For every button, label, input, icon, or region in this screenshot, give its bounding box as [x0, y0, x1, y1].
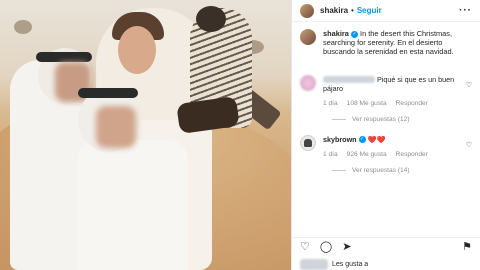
comment-body: skybrown ✓ ❤️❤️ 1 día 926 Me gusta Respo…	[323, 135, 465, 159]
comment-time: 1 día	[323, 150, 338, 158]
avatar[interactable]	[300, 74, 316, 91]
share-icon[interactable]: ➤	[342, 240, 351, 253]
commenter-name-blurred[interactable]	[323, 76, 375, 84]
post-caption: shakira ✓ In the desert this Christmas, …	[292, 22, 480, 61]
falcon-hood	[196, 6, 226, 32]
child-agal	[36, 52, 92, 62]
view-replies-button[interactable]: Ver respuestas (12)	[292, 108, 480, 123]
heart-icon[interactable]: ♡	[466, 141, 472, 150]
reply-button[interactable]: Responder	[396, 150, 428, 159]
comment-likes[interactable]: 108 Me gusta	[347, 99, 387, 108]
post-side-panel: shakira • Seguir ··· shakira ✓ In the de…	[291, 0, 480, 270]
post-username[interactable]: shakira	[320, 6, 348, 15]
instagram-post: shakira • Seguir ··· shakira ✓ In the de…	[0, 0, 480, 270]
comment-meta: 1 día 108 Me gusta Responder	[323, 99, 465, 108]
caption-username[interactable]: shakira	[323, 29, 349, 38]
comment-body: Piqué si que es un buen pájaro 1 día 108…	[323, 75, 465, 108]
post-photo[interactable]	[0, 0, 291, 270]
woman-face	[118, 26, 156, 74]
post-actions: ♡ ◯ ➤ ⚑	[292, 237, 480, 255]
comment-icon[interactable]: ◯	[320, 240, 332, 253]
comment-meta: 1 día 926 Me gusta Responder	[323, 150, 465, 159]
avatar[interactable]	[300, 29, 316, 45]
comment-emoji: ❤️❤️	[367, 134, 386, 144]
avatar[interactable]	[300, 3, 314, 18]
heart-icon[interactable]: ♡	[466, 81, 472, 90]
save-icon[interactable]: ⚑	[462, 240, 472, 253]
avatar[interactable]	[300, 134, 316, 151]
comment-item: Piqué si que es un buen pájaro 1 día 108…	[292, 67, 480, 108]
view-replies-label[interactable]: Ver respuestas (12)	[352, 116, 410, 123]
view-replies-label[interactable]: Ver respuestas (14)	[352, 167, 410, 174]
more-icon[interactable]: ···	[459, 5, 472, 16]
comment-likes[interactable]: 926 Me gusta	[347, 150, 387, 159]
reply-button[interactable]: Responder	[396, 99, 428, 108]
verified-icon: ✓	[358, 136, 366, 144]
child-face-blurred	[96, 106, 136, 148]
separator-dot: •	[351, 6, 354, 15]
post-header: shakira • Seguir ···	[292, 0, 480, 22]
verified-icon: ✓	[350, 30, 358, 38]
commenter-username[interactable]: skybrown	[323, 135, 357, 144]
child-agal	[78, 88, 138, 98]
child-shirt	[78, 140, 188, 270]
view-replies-button[interactable]: Ver respuestas (14)	[292, 159, 480, 174]
caption-text: shakira ✓ In the desert this Christmas, …	[323, 29, 472, 57]
liked-by-avatars-blurred	[300, 259, 328, 270]
follow-button[interactable]: Seguir	[357, 6, 382, 15]
replies-line	[332, 118, 346, 120]
comment-item: skybrown ✓ ❤️❤️ 1 día 926 Me gusta Respo…	[292, 127, 480, 159]
like-icon[interactable]: ♡	[300, 240, 310, 253]
comment-time: 1 día	[323, 99, 338, 107]
replies-line	[332, 169, 346, 171]
liked-by-text[interactable]: Les gusta a	[332, 261, 368, 268]
desert-shrub	[14, 20, 32, 34]
